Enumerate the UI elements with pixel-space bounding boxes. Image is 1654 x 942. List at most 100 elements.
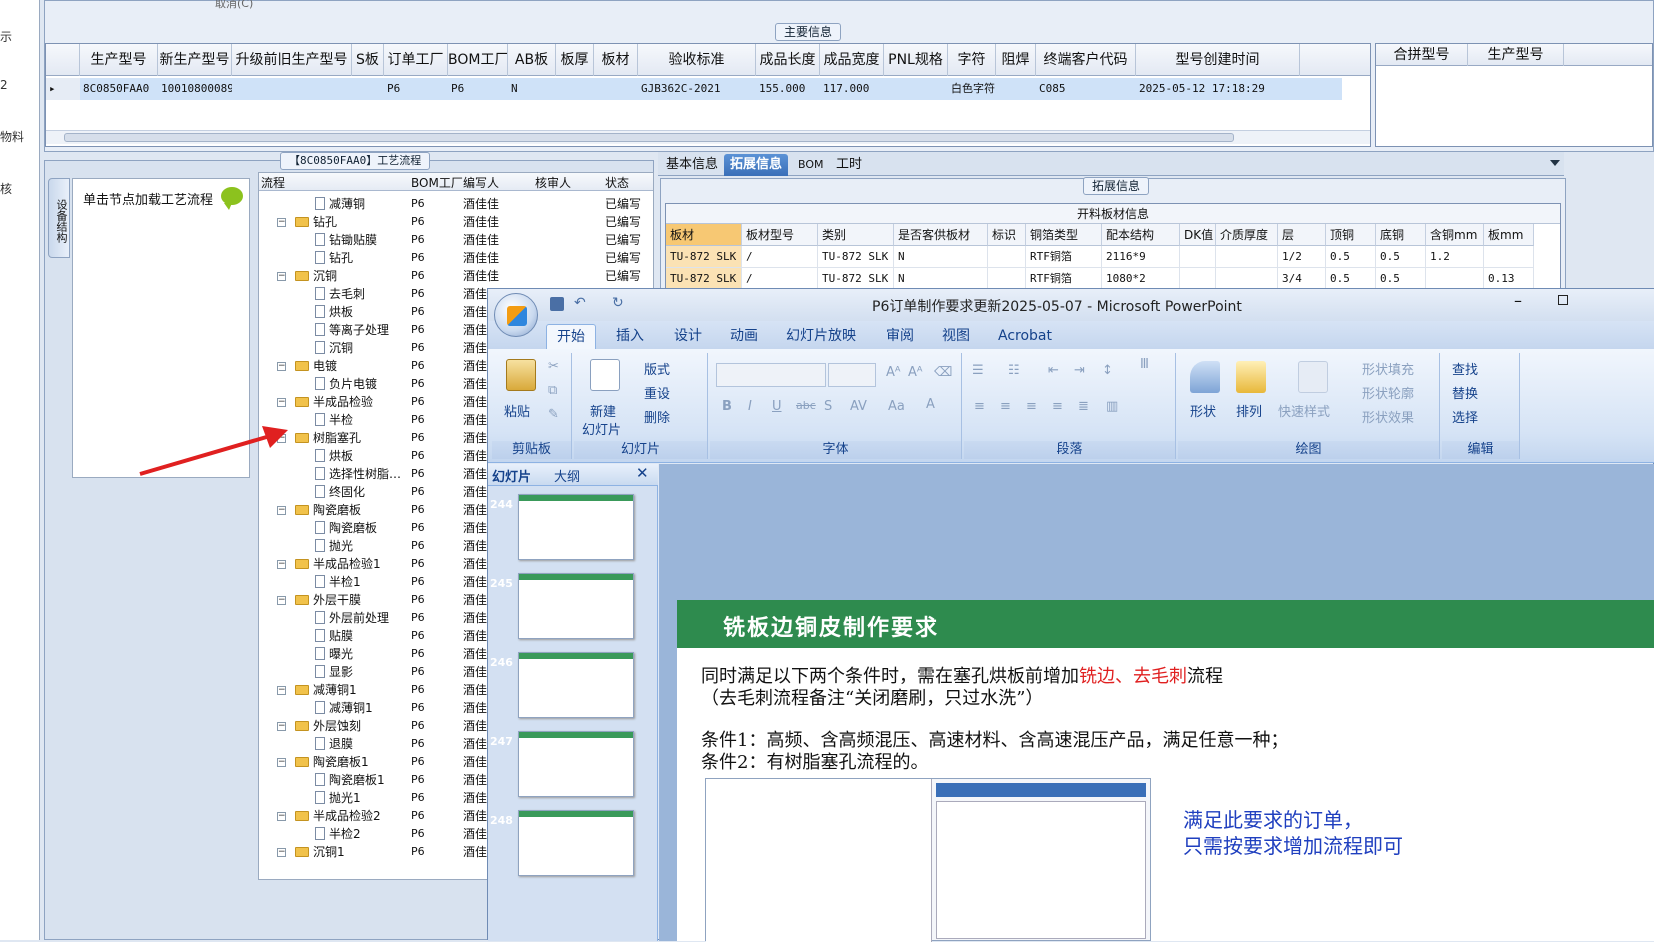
- current-slide[interactable]: 铣板边铜皮制作要求 同时满足以下两个条件时，需在塞孔烘板前增加 铣边、去毛刺 流…: [677, 600, 1654, 942]
- shapes-button[interactable]: 形状: [1190, 401, 1216, 420]
- table-cell[interactable]: 0.5: [1326, 246, 1376, 268]
- collapse-icon[interactable]: −: [277, 758, 286, 767]
- col-header[interactable]: 成品长度: [756, 44, 820, 76]
- table-cell[interactable]: 117.000: [820, 78, 884, 100]
- col-header[interactable]: 核审人: [535, 174, 571, 191]
- close-icon[interactable]: ✕: [636, 464, 649, 482]
- col-header[interactable]: 类别: [818, 224, 894, 246]
- tree-row[interactable]: 钻锄贴膜 P6 酒佳佳 已编写: [259, 231, 653, 249]
- collapse-icon[interactable]: −: [277, 272, 286, 281]
- col-header[interactable]: 升级前旧生产型号: [232, 44, 352, 76]
- tab-outline[interactable]: 大纲: [554, 466, 580, 485]
- table-cell[interactable]: [988, 268, 1026, 290]
- tab-design[interactable]: 设计: [664, 324, 712, 349]
- shape-effects-button[interactable]: 形状效果: [1362, 407, 1414, 426]
- col-header[interactable]: 是否客供板材: [894, 224, 988, 246]
- table-cell[interactable]: [594, 78, 638, 100]
- paste-button[interactable]: 粘贴: [504, 401, 530, 420]
- scroll-thumb[interactable]: [64, 133, 1234, 142]
- tab-animation[interactable]: 动画: [720, 324, 768, 349]
- table-cell[interactable]: TU-872 SLK: [666, 246, 742, 268]
- table-cell[interactable]: [1426, 268, 1484, 290]
- strikethrough-icon[interactable]: abc: [796, 399, 816, 412]
- format-painter-icon[interactable]: ✎: [548, 407, 559, 422]
- table-cell[interactable]: 白色字符: [948, 78, 996, 100]
- left-nav-item[interactable]: 核: [0, 180, 12, 197]
- col-header[interactable]: 顶铜: [1326, 224, 1376, 246]
- decrease-indent-icon[interactable]: ⇤: [1048, 363, 1059, 378]
- columns-icon[interactable]: ▥: [1106, 399, 1118, 414]
- table-cell[interactable]: 10010800089272: [158, 78, 232, 100]
- cut-icon[interactable]: ✂: [548, 359, 559, 374]
- col-header[interactable]: BOM工厂: [448, 44, 508, 76]
- table-cell[interactable]: 0.5: [1376, 268, 1426, 290]
- col-header[interactable]: 底铜: [1376, 224, 1426, 246]
- shadow-icon[interactable]: S: [824, 399, 832, 414]
- col-header[interactable]: 板材型号: [742, 224, 818, 246]
- col-header[interactable]: 字符: [948, 44, 996, 76]
- col-header[interactable]: 新生产型号: [158, 44, 232, 76]
- shape-fill-button[interactable]: 形状填充: [1362, 359, 1414, 378]
- left-nav-item[interactable]: 示: [0, 28, 12, 45]
- grow-font-icon[interactable]: Aᴬ: [886, 365, 901, 380]
- table-cell[interactable]: [1216, 246, 1278, 268]
- table-cell[interactable]: [1216, 268, 1278, 290]
- replace-button[interactable]: 替换: [1452, 383, 1478, 402]
- collapse-icon[interactable]: −: [277, 722, 286, 731]
- col-header[interactable]: 层: [1278, 224, 1326, 246]
- justify-icon[interactable]: ≡: [1052, 399, 1063, 414]
- change-case-icon[interactable]: Aa: [888, 399, 905, 414]
- table-cell[interactable]: 1.2: [1426, 246, 1484, 268]
- collapse-icon[interactable]: −: [277, 686, 286, 695]
- col-header[interactable]: 标识: [988, 224, 1026, 246]
- col-header[interactable]: 板材: [666, 224, 742, 246]
- tree-row[interactable]: − 沉铜 P6 酒佳佳 已编写: [259, 267, 653, 285]
- col-header[interactable]: 型号创建时间: [1136, 44, 1300, 76]
- table-cell[interactable]: RTF铜箔: [1026, 268, 1102, 290]
- col-header[interactable]: 合拼型号: [1376, 44, 1468, 66]
- tab-insert[interactable]: 插入: [606, 324, 654, 349]
- find-button[interactable]: 查找: [1452, 359, 1478, 378]
- slide-thumbnail[interactable]: [518, 810, 634, 876]
- align-center-icon[interactable]: ≡: [1000, 399, 1011, 414]
- collapse-icon[interactable]: −: [277, 812, 286, 821]
- col-header[interactable]: AB板: [508, 44, 556, 76]
- slide-thumbnail[interactable]: [518, 652, 634, 718]
- office-button[interactable]: [494, 293, 538, 337]
- numbering-icon[interactable]: ☷: [1008, 363, 1020, 378]
- reset-button[interactable]: 重设: [644, 383, 670, 402]
- slide-thumbnail[interactable]: [518, 731, 634, 797]
- table-cell[interactable]: [1484, 246, 1534, 268]
- increase-indent-icon[interactable]: ⇥: [1074, 363, 1085, 378]
- left-nav-item[interactable]: 物料: [0, 128, 24, 145]
- align-left-icon[interactable]: ≡: [974, 399, 985, 414]
- collapse-icon[interactable]: −: [277, 596, 286, 605]
- table-cell[interactable]: [1180, 268, 1216, 290]
- table-cell[interactable]: [556, 78, 594, 100]
- table-cell[interactable]: GJB362C-2021: [638, 78, 756, 100]
- tab-hours[interactable]: 工时: [830, 154, 868, 176]
- col-header[interactable]: 铜箔类型: [1026, 224, 1102, 246]
- tree-row[interactable]: 钻孔 P6 酒佳佳 已编写: [259, 249, 653, 267]
- font-name-select[interactable]: [716, 363, 826, 387]
- table-cell[interactable]: TU-872 SLK: [818, 268, 894, 290]
- redo-icon[interactable]: ↻: [612, 295, 624, 311]
- col-header[interactable]: 编写人: [463, 174, 499, 191]
- table-cell[interactable]: 1/2: [1278, 246, 1326, 268]
- maximize-icon[interactable]: [1558, 295, 1568, 305]
- underline-icon[interactable]: U: [772, 399, 782, 414]
- col-header[interactable]: 配本结构: [1102, 224, 1180, 246]
- distribute-icon[interactable]: ≣: [1078, 399, 1089, 414]
- tree-row[interactable]: − 钻孔 P6 酒佳佳 已编写: [259, 213, 653, 231]
- tab-ext-info[interactable]: 拓展信息: [724, 154, 789, 176]
- undo-icon[interactable]: ↶: [574, 295, 586, 311]
- table-cell[interactable]: [988, 246, 1026, 268]
- table-cell[interactable]: 0.13: [1484, 268, 1534, 290]
- side-tab[interactable]: 设备结构: [48, 178, 70, 258]
- select-all-corner[interactable]: [46, 44, 80, 76]
- table-cell[interactable]: P6: [384, 78, 448, 100]
- table-row[interactable]: ▸8C0850FAA010010800089272P6P6NGJB362C-20…: [46, 78, 1342, 100]
- bold-icon[interactable]: B: [722, 399, 732, 414]
- shrink-font-icon[interactable]: Aᴬ: [908, 365, 923, 380]
- col-header[interactable]: 订单工厂: [384, 44, 448, 76]
